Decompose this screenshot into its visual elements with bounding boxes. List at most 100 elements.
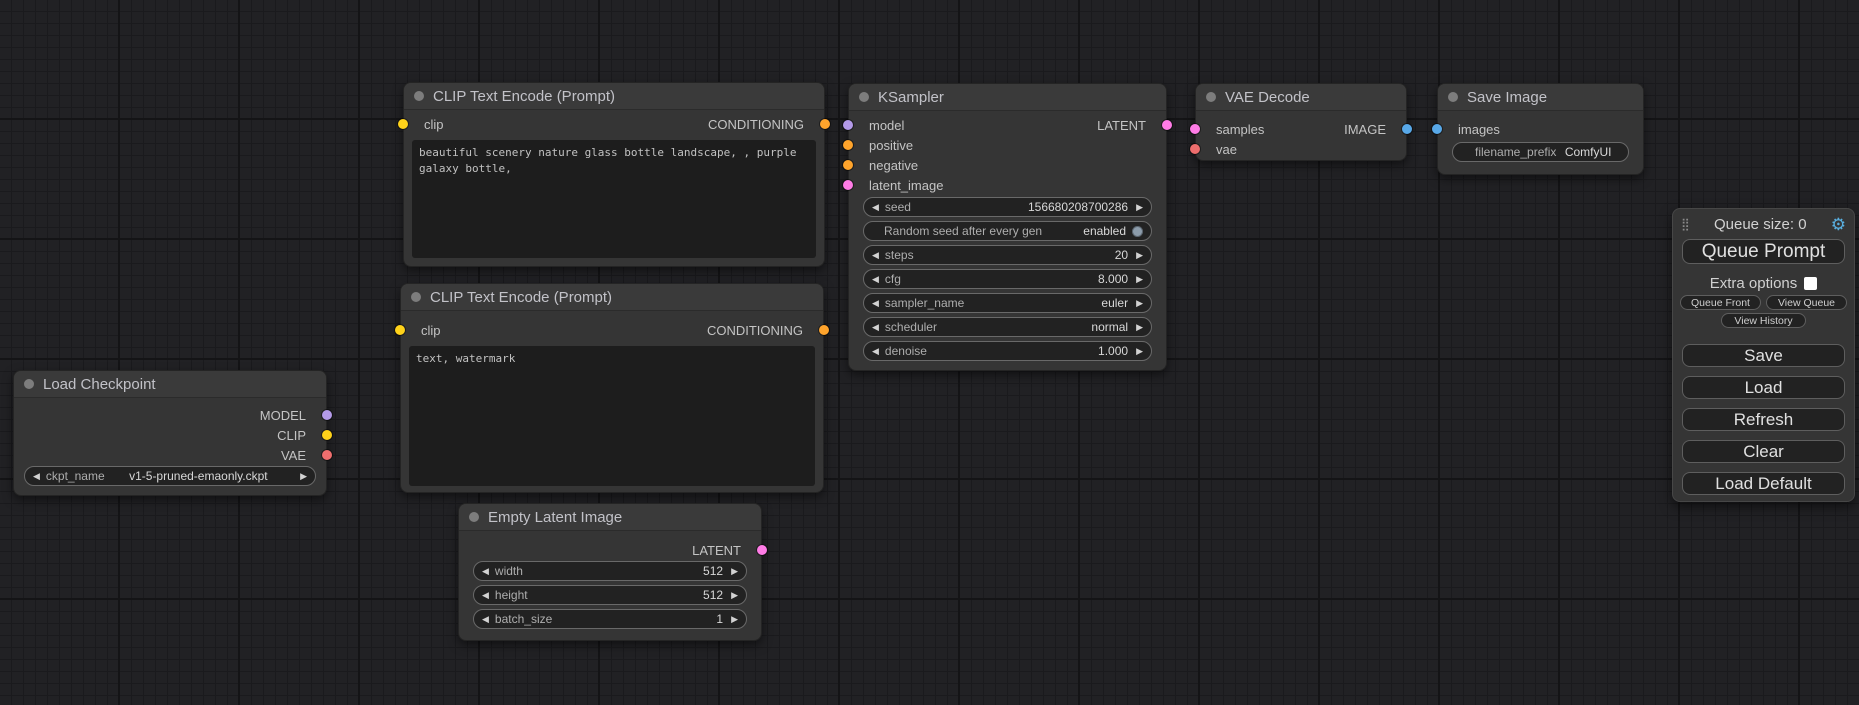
model-input-dot[interactable] <box>843 120 853 130</box>
latent-output-dot[interactable] <box>757 545 767 555</box>
decrement-arrow-icon[interactable]: ◀ <box>872 251 879 260</box>
decrement-arrow-icon[interactable]: ◀ <box>33 472 40 481</box>
node-header[interactable]: Save Image <box>1438 84 1643 111</box>
height-widget[interactable]: ◀ height 512 ▶ <box>473 585 747 605</box>
decrement-arrow-icon[interactable]: ◀ <box>872 299 879 308</box>
seed-widget[interactable]: ◀ seed 156680208700286 ▶ <box>863 197 1152 217</box>
collapse-dot-icon[interactable] <box>859 92 869 102</box>
node-header[interactable]: CLIP Text Encode (Prompt) <box>404 83 824 110</box>
input-slot-samples: samples IMAGE <box>1196 119 1406 139</box>
node-title: CLIP Text Encode (Prompt) <box>433 88 615 105</box>
filename-prefix-widget[interactable]: filename_prefix ComfyUI <box>1452 142 1629 162</box>
decrement-arrow-icon[interactable]: ◀ <box>872 323 879 332</box>
clear-button[interactable]: Clear <box>1682 440 1845 463</box>
clip-input-dot[interactable] <box>398 119 408 129</box>
scheduler-widget[interactable]: ◀ scheduler normal ▶ <box>863 317 1152 337</box>
decrement-arrow-icon[interactable]: ◀ <box>872 275 879 284</box>
positive-prompt-text[interactable]: beautiful scenery nature glass bottle la… <box>412 140 816 258</box>
node-graph-canvas[interactable]: Load Checkpoint MODEL CLIP VAE ◀ ckpt_na… <box>0 0 1859 705</box>
model-output-dot[interactable] <box>322 410 332 420</box>
node-ksampler[interactable]: KSampler model LATENT positive negative … <box>848 83 1167 371</box>
widget-value: 8.000 <box>1098 272 1128 286</box>
increment-arrow-icon[interactable]: ▶ <box>731 591 738 600</box>
drag-handle-icon[interactable]: ⣿ <box>1681 218 1690 230</box>
slot-label: CONDITIONING <box>707 323 803 338</box>
input-slot-positive: positive <box>849 135 1166 155</box>
view-history-button[interactable]: View History <box>1721 313 1806 328</box>
increment-arrow-icon[interactable]: ▶ <box>1136 203 1143 212</box>
widget-label: cfg <box>885 272 901 286</box>
node-empty-latent-image[interactable]: Empty Latent Image LATENT ◀ width 512 ▶ … <box>458 503 762 641</box>
collapse-dot-icon[interactable] <box>24 379 34 389</box>
settings-gear-icon[interactable]: ⚙ <box>1831 216 1846 233</box>
widget-value: enabled <box>1083 224 1126 238</box>
load-button[interactable]: Load <box>1682 376 1845 399</box>
clip-output-dot[interactable] <box>322 430 332 440</box>
collapse-dot-icon[interactable] <box>411 292 421 302</box>
node-title: CLIP Text Encode (Prompt) <box>430 289 612 306</box>
vae-input-dot[interactable] <box>1190 144 1200 154</box>
node-clip-text-encode-positive[interactable]: CLIP Text Encode (Prompt) clip CONDITION… <box>403 82 825 267</box>
ckpt-name-widget[interactable]: ◀ ckpt_name v1-5-pruned-emaonly.ckpt ▶ <box>24 466 316 486</box>
node-vae-decode[interactable]: VAE Decode samples IMAGE vae <box>1195 83 1407 161</box>
positive-input-dot[interactable] <box>843 140 853 150</box>
queue-front-button[interactable]: Queue Front <box>1680 295 1761 310</box>
increment-arrow-icon[interactable]: ▶ <box>1136 275 1143 284</box>
vae-output-dot[interactable] <box>322 450 332 460</box>
links-layer <box>0 0 300 150</box>
node-header[interactable]: Empty Latent Image <box>459 504 761 531</box>
node-save-image[interactable]: Save Image images filename_prefix ComfyU… <box>1437 83 1644 175</box>
widget-value: 156680208700286 <box>1028 200 1128 214</box>
conditioning-output-dot[interactable] <box>820 119 830 129</box>
images-input-dot[interactable] <box>1432 124 1442 134</box>
output-slot-clip: CLIP <box>14 425 326 445</box>
node-header[interactable]: KSampler <box>849 84 1166 111</box>
increment-arrow-icon[interactable]: ▶ <box>1136 251 1143 260</box>
decrement-arrow-icon[interactable]: ◀ <box>482 615 489 624</box>
width-widget[interactable]: ◀ width 512 ▶ <box>473 561 747 581</box>
node-header[interactable]: VAE Decode <box>1196 84 1406 111</box>
output-slot-latent: LATENT <box>459 540 761 560</box>
extra-options-checkbox[interactable] <box>1804 277 1817 290</box>
steps-widget[interactable]: ◀ steps 20 ▶ <box>863 245 1152 265</box>
decrement-arrow-icon[interactable]: ◀ <box>872 347 879 356</box>
latent-image-input-dot[interactable] <box>843 180 853 190</box>
batch-size-widget[interactable]: ◀ batch_size 1 ▶ <box>473 609 747 629</box>
image-output-dot[interactable] <box>1402 124 1412 134</box>
view-queue-button[interactable]: View Queue <box>1766 295 1847 310</box>
collapse-dot-icon[interactable] <box>1448 92 1458 102</box>
queue-prompt-button[interactable]: Queue Prompt <box>1682 239 1845 264</box>
save-button[interactable]: Save <box>1682 344 1845 367</box>
widget-value: euler <box>1101 296 1128 310</box>
increment-arrow-icon[interactable]: ▶ <box>731 567 738 576</box>
latent-output-dot[interactable] <box>1162 120 1172 130</box>
clip-input-dot[interactable] <box>395 325 405 335</box>
denoise-widget[interactable]: ◀ denoise 1.000 ▶ <box>863 341 1152 361</box>
load-default-button[interactable]: Load Default <box>1682 472 1845 495</box>
cfg-widget[interactable]: ◀ cfg 8.000 ▶ <box>863 269 1152 289</box>
random-seed-toggle-widget[interactable]: Random seed after every gen enabled <box>863 221 1152 241</box>
refresh-button[interactable]: Refresh <box>1682 408 1845 431</box>
decrement-arrow-icon[interactable]: ◀ <box>482 591 489 600</box>
increment-arrow-icon[interactable]: ▶ <box>731 615 738 624</box>
negative-input-dot[interactable] <box>843 160 853 170</box>
node-header[interactable]: Load Checkpoint <box>14 371 326 398</box>
collapse-dot-icon[interactable] <box>414 91 424 101</box>
decrement-arrow-icon[interactable]: ◀ <box>482 567 489 576</box>
negative-prompt-text[interactable]: text, watermark <box>409 346 815 486</box>
increment-arrow-icon[interactable]: ▶ <box>300 472 307 481</box>
collapse-dot-icon[interactable] <box>1206 92 1216 102</box>
increment-arrow-icon[interactable]: ▶ <box>1136 299 1143 308</box>
sampler-name-widget[interactable]: ◀ sampler_name euler ▶ <box>863 293 1152 313</box>
samples-input-dot[interactable] <box>1190 124 1200 134</box>
toggle-circle-icon[interactable] <box>1132 226 1143 237</box>
widget-value: 1 <box>716 612 723 626</box>
node-header[interactable]: CLIP Text Encode (Prompt) <box>401 284 823 311</box>
node-load-checkpoint[interactable]: Load Checkpoint MODEL CLIP VAE ◀ ckpt_na… <box>13 370 327 496</box>
collapse-dot-icon[interactable] <box>469 512 479 522</box>
node-clip-text-encode-negative[interactable]: CLIP Text Encode (Prompt) clip CONDITION… <box>400 283 824 493</box>
increment-arrow-icon[interactable]: ▶ <box>1136 323 1143 332</box>
conditioning-output-dot[interactable] <box>819 325 829 335</box>
increment-arrow-icon[interactable]: ▶ <box>1136 347 1143 356</box>
decrement-arrow-icon[interactable]: ◀ <box>872 203 879 212</box>
